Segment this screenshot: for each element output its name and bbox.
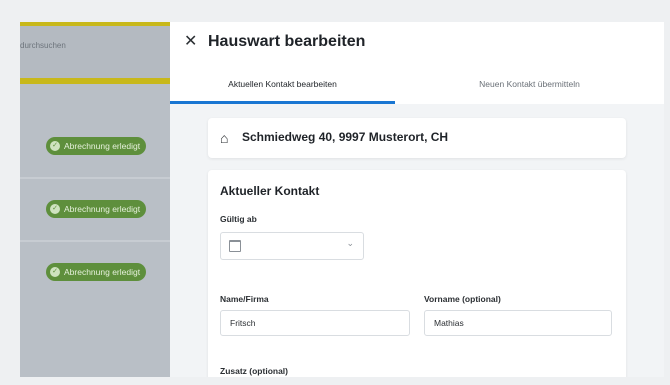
edit-drawer: ✕ Hauswart bearbeiten Aktuellen Kontakt … [170,22,664,377]
row-divider [20,177,170,179]
status-badge-label: Abrechnung erledigt [64,141,141,151]
backdrop-page: durchsuchen ✓ Abrechnung erledigt ✓ Abre… [20,22,170,377]
status-badge: ✓ Abrechnung erledigt [46,263,147,281]
drawer-content: ⌂ Schmiedweg 40, 9997 Musterort, CH Aktu… [170,104,664,377]
row-divider [20,240,170,242]
status-badge-label: Abrechnung erledigt [64,267,141,277]
name-label: Name/Firma [220,294,269,304]
firstname-label: Vorname (optional) [424,294,501,304]
tab-bar: Aktuellen Kontakt bearbeiten Neuen Konta… [170,64,664,105]
close-icon[interactable]: ✕ [184,32,197,52]
home-icon: ⌂ [220,130,229,146]
tab-submit-new-contact[interactable]: Neuen Kontakt übermitteln [395,64,664,104]
tab-edit-current-contact[interactable]: Aktuellen Kontakt bearbeiten [170,64,395,104]
search-bar[interactable]: durchsuchen [20,26,170,78]
drawer-title: Hauswart bearbeiten [208,33,366,50]
calendar-icon [229,240,241,252]
contact-heading: Aktueller Kontakt [220,184,320,198]
name-input[interactable]: Fritsch [220,310,410,336]
drawer-header: ✕ Hauswart bearbeiten [170,22,664,64]
extra-label: Zusatz (optional) [220,366,288,376]
check-icon: ✓ [50,204,60,214]
check-icon: ✓ [50,267,60,277]
contact-form-card: Aktueller Kontakt Gültig ab ⌄ Name/Firma… [208,170,626,377]
valid-from-date-picker[interactable]: ⌄ [220,232,364,260]
firstname-input[interactable]: Mathias [424,310,612,336]
status-badge: ✓ Abrechnung erledigt [46,137,147,155]
search-placeholder: durchsuchen [20,41,66,50]
status-badge: ✓ Abrechnung erledigt [46,200,147,218]
chevron-down-icon[interactable]: ⌄ [346,238,354,249]
address-card: ⌂ Schmiedweg 40, 9997 Musterort, CH [208,118,626,158]
valid-from-label: Gültig ab [220,214,257,224]
property-address: Schmiedweg 40, 9997 Musterort, CH [242,130,449,144]
status-badge-label: Abrechnung erledigt [64,204,141,214]
accent-bar [20,78,170,84]
check-icon: ✓ [50,141,60,151]
